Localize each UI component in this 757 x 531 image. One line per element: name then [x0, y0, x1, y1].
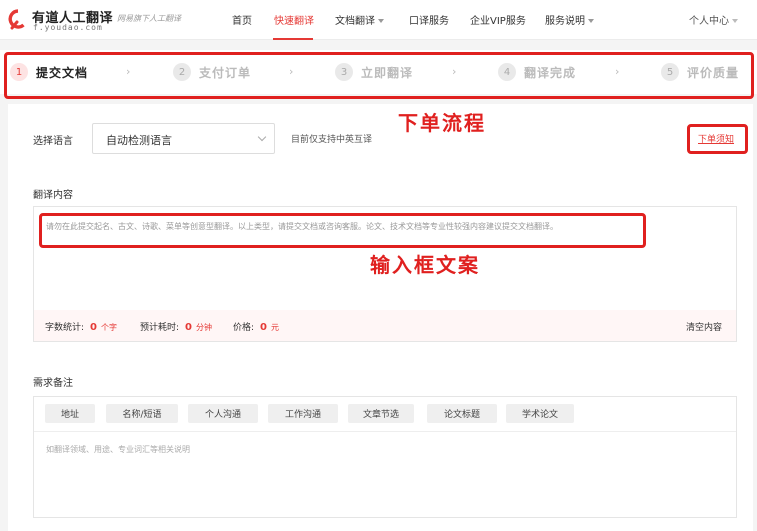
user-center-label: 个人中心: [689, 16, 729, 27]
tag-personal-communication[interactable]: 个人沟通: [188, 404, 258, 423]
chevron-down-icon: [732, 19, 738, 23]
language-note: 目前仅支持中英互译: [291, 135, 373, 145]
nav-quick-translate[interactable]: 快速翻译: [274, 12, 314, 27]
tag-academic-paper[interactable]: 学术论文: [506, 404, 574, 423]
annotation-box-placeholder: [39, 213, 646, 248]
nav-doc-translate-label: 文档翻译: [335, 16, 375, 27]
annotation-box-order-notice: [687, 124, 748, 154]
youdao-logo-icon: [8, 9, 25, 30]
time-estimate-stat: 预计耗时: 0 分钟: [140, 320, 212, 333]
content-title: 翻译内容: [33, 190, 73, 201]
user-center[interactable]: 个人中心: [689, 12, 738, 27]
tag-address[interactable]: 地址: [45, 404, 95, 423]
nav-doc-translate[interactable]: 文档翻译: [335, 12, 384, 27]
logo-domain: f.youdao.com: [33, 23, 103, 32]
clear-content-button[interactable]: 清空内容: [686, 320, 722, 333]
tag-article-excerpt[interactable]: 文章节选: [348, 404, 414, 423]
top-header: 有道人工翻译 f.youdao.com 网易旗下人工翻译 首页 快速翻译 文档翻…: [0, 0, 757, 40]
requirements-placeholder[interactable]: 如翻译领域、用途、专业词汇等相关说明: [46, 444, 190, 455]
time-value: 0: [185, 322, 193, 333]
tag-name-phrase[interactable]: 名称/短语: [106, 404, 178, 423]
chevron-down-icon: [378, 19, 384, 23]
price-unit: 元: [271, 323, 280, 332]
time-label: 预计耗时:: [140, 323, 180, 333]
chevron-down-icon: [588, 19, 594, 23]
stats-bar: 字数统计: 0 个字 预计耗时: 0 分钟 价格: 0 元: [34, 310, 736, 341]
time-unit: 分钟: [196, 323, 213, 332]
tag-paper-title[interactable]: 论文标题: [427, 404, 497, 423]
slogan: 网易旗下人工翻译: [117, 14, 181, 23]
nav-enterprise-vip[interactable]: 企业VIP服务: [470, 12, 526, 27]
chevron-down-icon: [257, 132, 267, 142]
divider: [34, 431, 736, 432]
nav-service-info[interactable]: 服务说明: [545, 12, 594, 27]
nav-service-info-label: 服务说明: [545, 16, 585, 27]
price-label: 价格:: [233, 323, 255, 333]
price-stat: 价格: 0 元: [233, 320, 279, 333]
word-count-value: 0: [90, 322, 98, 333]
language-select[interactable]: 自动检测语言: [92, 123, 275, 154]
word-count-label: 字数统计:: [45, 323, 85, 333]
annotation-box-steps: [4, 52, 754, 99]
language-label: 选择语言: [33, 136, 73, 147]
nav-interpreting[interactable]: 口译服务: [409, 12, 449, 27]
language-select-value: 自动检测语言: [106, 134, 172, 147]
active-nav-indicator: [273, 38, 313, 40]
requirements-title: 需求备注: [33, 378, 73, 389]
word-count-unit: 个字: [101, 323, 118, 332]
tag-work-communication[interactable]: 工作沟通: [268, 404, 338, 423]
annotation-label-input-copy: 输入框文案: [370, 253, 480, 277]
nav-home[interactable]: 首页: [232, 12, 252, 27]
annotation-label-order-flow: 下单流程: [398, 111, 486, 135]
price-value: 0: [260, 322, 268, 333]
word-count-stat: 字数统计: 0 个字: [45, 320, 117, 333]
